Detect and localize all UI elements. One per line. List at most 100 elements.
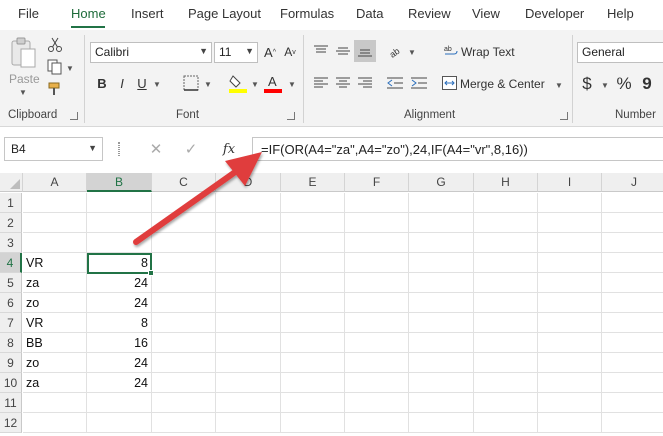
- row-header-2[interactable]: 2: [0, 213, 22, 233]
- cell-b10[interactable]: 24: [87, 373, 152, 393]
- cell-f12[interactable]: [345, 413, 409, 433]
- cell-j7[interactable]: [602, 313, 663, 333]
- cell-j3[interactable]: [602, 233, 663, 253]
- percent-button[interactable]: %: [615, 73, 633, 95]
- cell-c12[interactable]: [152, 413, 216, 433]
- font-launcher-icon[interactable]: [287, 112, 295, 120]
- cell-g6[interactable]: [409, 293, 474, 313]
- cell-g5[interactable]: [409, 273, 474, 293]
- merge-center-icon[interactable]: [441, 75, 457, 91]
- cell-f11[interactable]: [345, 393, 409, 413]
- paste-label[interactable]: Paste: [9, 72, 40, 86]
- cell-d7[interactable]: [216, 313, 281, 333]
- paste-icon[interactable]: [6, 34, 42, 74]
- column-header-i[interactable]: I: [538, 173, 602, 192]
- cell-d9[interactable]: [216, 353, 281, 373]
- fill-color-icon[interactable]: [227, 72, 249, 94]
- cell-f7[interactable]: [345, 313, 409, 333]
- cell-b9[interactable]: 24: [87, 353, 152, 373]
- row-header-11[interactable]: 11: [0, 393, 22, 413]
- cell-g12[interactable]: [409, 413, 474, 433]
- cell-g7[interactable]: [409, 313, 474, 333]
- cell-b7[interactable]: 8: [87, 313, 152, 333]
- cell-e7[interactable]: [281, 313, 345, 333]
- cell-i9[interactable]: [538, 353, 602, 373]
- cell-i6[interactable]: [538, 293, 602, 313]
- cell-d11[interactable]: [216, 393, 281, 413]
- formula-bar-grip[interactable]: [118, 142, 120, 156]
- orientation-icon[interactable]: ab: [386, 42, 406, 60]
- tab-page-layout[interactable]: Page Layout: [188, 6, 261, 21]
- decrease-font-size-icon[interactable]: Av: [282, 42, 298, 62]
- cell-e11[interactable]: [281, 393, 345, 413]
- row-header-7[interactable]: 7: [0, 313, 22, 333]
- borders-dropdown-icon[interactable]: ▼: [204, 80, 212, 89]
- column-header-c[interactable]: C: [152, 173, 216, 192]
- row-header-10[interactable]: 10: [0, 373, 22, 393]
- tab-insert[interactable]: Insert: [131, 6, 164, 21]
- cell-h1[interactable]: [474, 193, 538, 213]
- cell-i4[interactable]: [538, 253, 602, 273]
- cell-c9[interactable]: [152, 353, 216, 373]
- cell-i5[interactable]: [538, 273, 602, 293]
- cell-e9[interactable]: [281, 353, 345, 373]
- cell-i7[interactable]: [538, 313, 602, 333]
- cell-f6[interactable]: [345, 293, 409, 313]
- tab-home[interactable]: Home: [71, 6, 106, 21]
- italic-button[interactable]: I: [115, 74, 129, 92]
- cell-h2[interactable]: [474, 213, 538, 233]
- cell-a3[interactable]: [23, 233, 87, 253]
- cell-j8[interactable]: [602, 333, 663, 353]
- cell-b6[interactable]: 24: [87, 293, 152, 313]
- cell-c10[interactable]: [152, 373, 216, 393]
- middle-align-icon[interactable]: [334, 42, 352, 60]
- cell-f10[interactable]: [345, 373, 409, 393]
- cell-a7[interactable]: VR: [23, 313, 87, 333]
- cell-e12[interactable]: [281, 413, 345, 433]
- top-align-icon[interactable]: [312, 42, 330, 60]
- row-header-4[interactable]: 4: [0, 253, 22, 273]
- row-header-8[interactable]: 8: [0, 333, 22, 353]
- cell-a11[interactable]: [23, 393, 87, 413]
- cell-g9[interactable]: [409, 353, 474, 373]
- cell-f8[interactable]: [345, 333, 409, 353]
- cell-e5[interactable]: [281, 273, 345, 293]
- row-header-12[interactable]: 12: [0, 413, 22, 433]
- column-header-j[interactable]: J: [602, 173, 663, 192]
- cell-i11[interactable]: [538, 393, 602, 413]
- cell-j10[interactable]: [602, 373, 663, 393]
- cell-a10[interactable]: za: [23, 373, 87, 393]
- cell-h12[interactable]: [474, 413, 538, 433]
- cell-g4[interactable]: [409, 253, 474, 273]
- cell-b11[interactable]: [87, 393, 152, 413]
- number-format-select[interactable]: General: [577, 42, 663, 63]
- row-header-5[interactable]: 5: [0, 273, 22, 293]
- cancel-entry-icon[interactable]: ✕: [147, 140, 165, 158]
- column-header-b[interactable]: B: [87, 173, 152, 192]
- cell-d8[interactable]: [216, 333, 281, 353]
- tab-data[interactable]: Data: [356, 6, 383, 21]
- cell-f5[interactable]: [345, 273, 409, 293]
- cell-c1[interactable]: [152, 193, 216, 213]
- cell-d1[interactable]: [216, 193, 281, 213]
- copy-icon[interactable]: [46, 58, 64, 76]
- cell-f4[interactable]: [345, 253, 409, 273]
- cell-d5[interactable]: [216, 273, 281, 293]
- row-header-3[interactable]: 3: [0, 233, 22, 253]
- name-box[interactable]: B4 ▼: [4, 137, 103, 161]
- clipboard-launcher-icon[interactable]: [70, 112, 78, 120]
- cell-h3[interactable]: [474, 233, 538, 253]
- currency-dropdown-icon[interactable]: ▼: [601, 81, 609, 90]
- cell-c5[interactable]: [152, 273, 216, 293]
- underline-button[interactable]: U: [135, 74, 149, 92]
- cell-f1[interactable]: [345, 193, 409, 213]
- cell-g3[interactable]: [409, 233, 474, 253]
- cell-a9[interactable]: zo: [23, 353, 87, 373]
- cell-j12[interactable]: [602, 413, 663, 433]
- cell-b4[interactable]: 8: [87, 253, 152, 273]
- cell-c7[interactable]: [152, 313, 216, 333]
- column-header-f[interactable]: F: [345, 173, 409, 192]
- copy-dropdown-icon[interactable]: ▼: [66, 64, 74, 73]
- orientation-dropdown-icon[interactable]: ▼: [408, 48, 416, 57]
- bold-button[interactable]: B: [94, 74, 110, 92]
